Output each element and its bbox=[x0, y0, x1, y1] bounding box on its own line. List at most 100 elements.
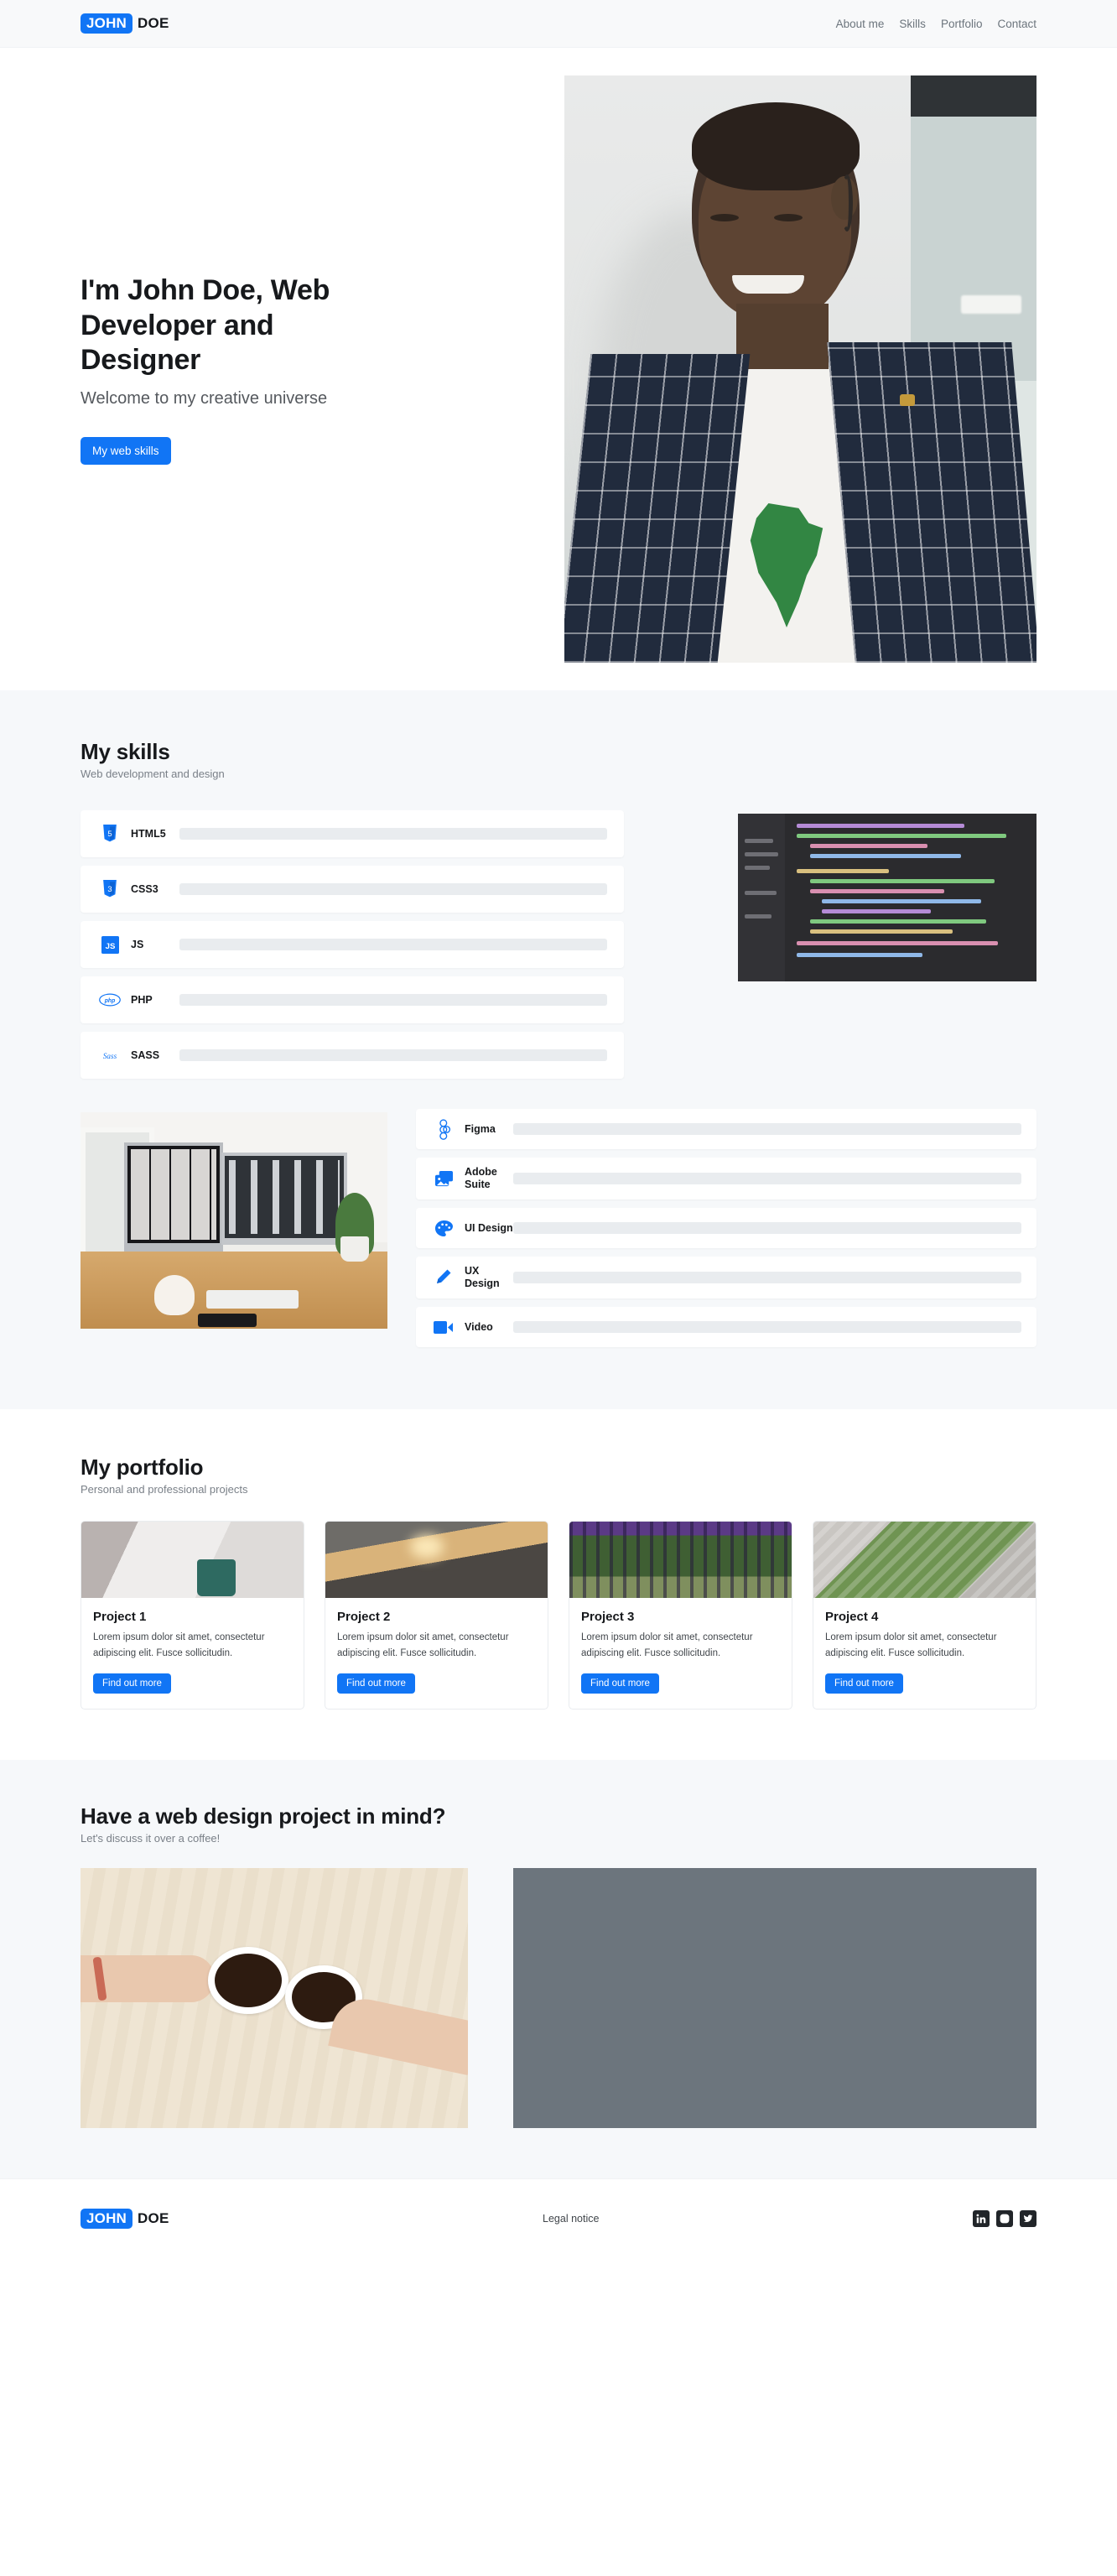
my-web-skills-button[interactable]: My web skills bbox=[81, 436, 171, 465]
skill-row-html5: 5 HTML5 bbox=[81, 810, 624, 857]
svg-text:Sass: Sass bbox=[103, 1052, 117, 1060]
skill-progress-track bbox=[513, 1222, 1021, 1234]
svg-text:php: php bbox=[104, 998, 116, 1004]
skills-subtitle: Web development and design bbox=[81, 768, 225, 780]
linkedin-icon[interactable] bbox=[972, 2209, 990, 2227]
skill-row-php: php PHP bbox=[81, 976, 624, 1023]
contact-title: Have a web design project in mind? bbox=[81, 1803, 446, 1829]
nav-link-skills[interactable]: Skills bbox=[899, 18, 926, 30]
dev-skills-list: 5 HTML5 3 CSS3 JS JS php PHP Sass SASS bbox=[81, 810, 624, 1087]
logo-rest-text: DOE bbox=[138, 15, 169, 31]
skill-row-video: Video bbox=[416, 1307, 1036, 1347]
skill-label: Figma bbox=[465, 1122, 496, 1135]
skill-progress-track bbox=[513, 1123, 1021, 1135]
desk-workspace-image bbox=[81, 1112, 387, 1329]
php-icon: php bbox=[97, 993, 122, 1007]
skill-row-js: JS JS bbox=[81, 921, 624, 968]
adobe-suite-icon bbox=[431, 1170, 456, 1188]
coffee-cups-image bbox=[81, 1867, 468, 2128]
contact-section: Have a web design project in mind? Let's… bbox=[0, 1759, 1117, 2178]
legal-notice-link[interactable]: Legal notice bbox=[543, 2213, 599, 2225]
project-card[interactable]: Project 2 Lorem ipsum dolor sit amet, co… bbox=[325, 1521, 548, 1710]
find-out-more-button[interactable]: Find out more bbox=[93, 1673, 171, 1694]
html5-icon: 5 bbox=[97, 825, 122, 843]
footer-logo-badge-text: JOHN bbox=[81, 2208, 133, 2229]
design-skills-list: Figma Adobe Suite UI Design UX Design Vi… bbox=[416, 1109, 1036, 1356]
project-title: Project 1 bbox=[93, 1610, 147, 1624]
skill-row-sass: Sass SASS bbox=[81, 1032, 624, 1079]
project-image-forest-road bbox=[569, 1522, 792, 1598]
project-description: Lorem ipsum dolor sit amet, consectetur … bbox=[93, 1632, 265, 1658]
project-card[interactable]: Project 4 Lorem ipsum dolor sit amet, co… bbox=[813, 1521, 1036, 1710]
svg-text:3: 3 bbox=[107, 884, 112, 893]
twitter-icon[interactable] bbox=[1019, 2209, 1036, 2227]
skill-label: Adobe Suite bbox=[465, 1166, 497, 1190]
project-description: Lorem ipsum dolor sit amet, consectetur … bbox=[581, 1632, 753, 1658]
sass-icon: Sass bbox=[97, 1048, 122, 1063]
hero-section: I'm John Doe, Web Developer and Designer… bbox=[0, 48, 1117, 690]
project-description: Lorem ipsum dolor sit amet, consectetur … bbox=[337, 1632, 509, 1658]
footer-logo-rest-text: DOE bbox=[138, 2209, 169, 2226]
portfolio-title: My portfolio bbox=[81, 1455, 204, 1480]
skill-label: UI Design bbox=[465, 1221, 513, 1234]
skill-label: UX Design bbox=[465, 1265, 500, 1289]
project-title: Project 4 bbox=[825, 1610, 879, 1624]
project-description: Lorem ipsum dolor sit amet, consectetur … bbox=[825, 1632, 997, 1658]
skill-row-figma: Figma bbox=[416, 1109, 1036, 1149]
contact-subtitle: Let's discuss it over a coffee! bbox=[81, 1831, 221, 1845]
js-icon: JS bbox=[97, 935, 122, 954]
portfolio-section: My portfolio Personal and professional p… bbox=[0, 1409, 1117, 1760]
skill-progress-track bbox=[179, 1049, 607, 1061]
palette-icon bbox=[431, 1220, 456, 1237]
hero-portrait-image bbox=[564, 75, 1036, 663]
skill-progress-track bbox=[513, 1272, 1021, 1283]
project-image-coffee-mug bbox=[81, 1522, 304, 1598]
skill-label: Video bbox=[465, 1320, 493, 1333]
figma-icon bbox=[431, 1118, 456, 1140]
map-placeholder[interactable] bbox=[513, 1867, 1036, 2128]
skill-row-ux-design: UX Design bbox=[416, 1257, 1036, 1298]
project-title: Project 2 bbox=[337, 1610, 391, 1624]
video-icon bbox=[431, 1320, 456, 1335]
find-out-more-button[interactable]: Find out more bbox=[825, 1673, 903, 1694]
skill-progress-track bbox=[179, 939, 607, 950]
skill-row-css3: 3 CSS3 bbox=[81, 866, 624, 913]
site-footer: JOHN DOE Legal notice bbox=[0, 2178, 1117, 2258]
skill-label: SASS bbox=[131, 1049, 160, 1061]
nav-links: About me Skills Portfolio Contact bbox=[836, 18, 1036, 30]
find-out-more-button[interactable]: Find out more bbox=[337, 1673, 415, 1694]
project-title: Project 3 bbox=[581, 1610, 635, 1624]
hero-subtitle: Welcome to my creative universe bbox=[81, 388, 328, 408]
skill-progress-track bbox=[513, 1173, 1021, 1184]
portfolio-subtitle: Personal and professional projects bbox=[81, 1483, 248, 1496]
skill-progress-track bbox=[179, 994, 607, 1006]
project-card[interactable]: Project 3 Lorem ipsum dolor sit amet, co… bbox=[569, 1521, 792, 1710]
pen-icon bbox=[431, 1268, 456, 1287]
project-card[interactable]: Project 1 Lorem ipsum dolor sit amet, co… bbox=[81, 1521, 304, 1710]
logo-badge-text: JOHN bbox=[81, 13, 133, 34]
skill-progress-track bbox=[513, 1321, 1021, 1333]
skill-progress-track bbox=[179, 828, 607, 840]
svg-text:5: 5 bbox=[107, 829, 112, 838]
skill-label: PHP bbox=[131, 993, 153, 1006]
project-image-stadium-aerial bbox=[813, 1522, 1036, 1598]
svg-text:JS: JS bbox=[105, 941, 115, 950]
find-out-more-button[interactable]: Find out more bbox=[581, 1673, 659, 1694]
skill-row-ui-design: UI Design bbox=[416, 1208, 1036, 1248]
nav-link-contact[interactable]: Contact bbox=[997, 18, 1036, 30]
css3-icon: 3 bbox=[97, 880, 122, 898]
skill-row-adobe-suite: Adobe Suite bbox=[416, 1158, 1036, 1200]
nav-link-about-me[interactable]: About me bbox=[836, 18, 885, 30]
instagram-icon[interactable] bbox=[995, 2209, 1013, 2227]
social-links bbox=[972, 2209, 1036, 2227]
skills-section: My skills Web development and design 5 H… bbox=[0, 690, 1117, 1409]
footer-logo[interactable]: JOHN DOE bbox=[81, 2208, 169, 2229]
code-editor-screenshot bbox=[738, 814, 1036, 981]
nav-link-portfolio[interactable]: Portfolio bbox=[941, 18, 983, 30]
skill-label: HTML5 bbox=[131, 827, 166, 840]
skill-label: CSS3 bbox=[131, 882, 158, 895]
skill-progress-track bbox=[179, 883, 607, 895]
skills-title: My skills bbox=[81, 739, 170, 764]
site-logo[interactable]: JOHN DOE bbox=[81, 13, 169, 34]
project-image-city-street bbox=[325, 1522, 548, 1598]
